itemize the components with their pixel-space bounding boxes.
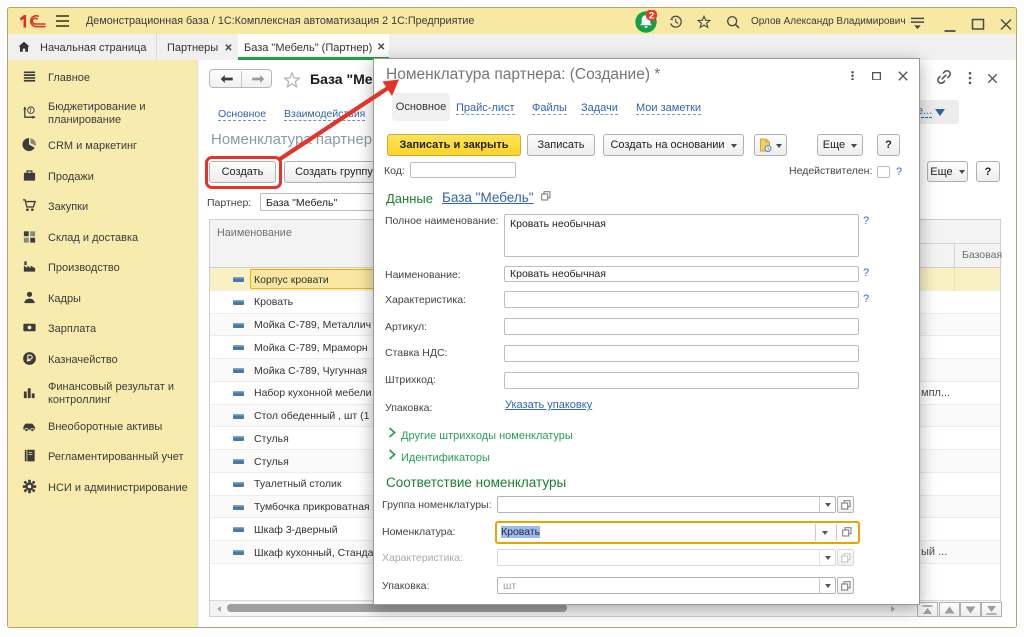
svg-text:2: 2 bbox=[649, 11, 654, 22]
svg-text:f: f bbox=[30, 108, 32, 115]
